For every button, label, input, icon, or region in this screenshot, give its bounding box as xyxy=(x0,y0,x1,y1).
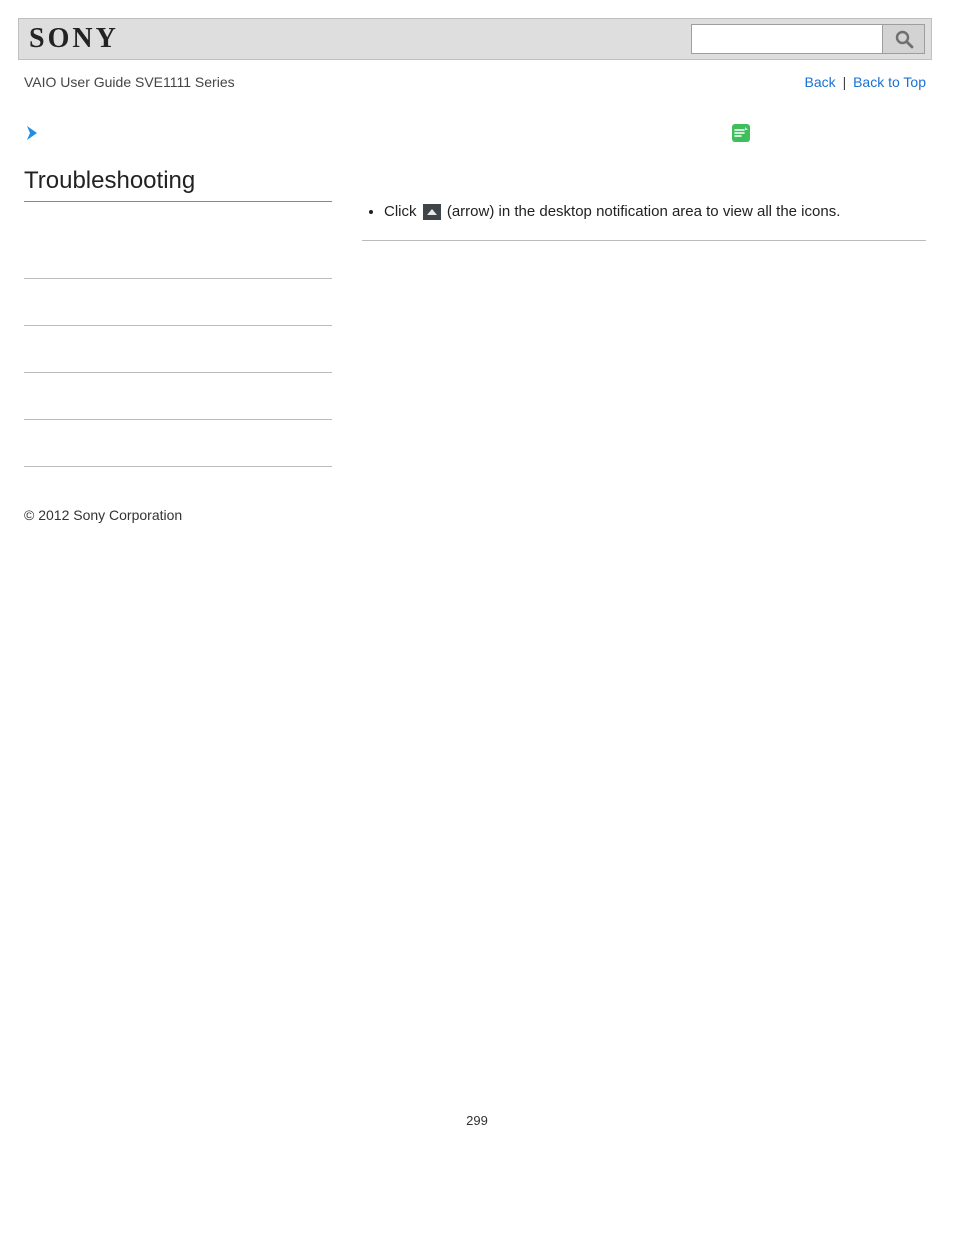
sidebar-item[interactable] xyxy=(24,420,332,467)
main-content: Click (arrow) in the desktop notificatio… xyxy=(362,100,926,467)
back-link[interactable]: Back xyxy=(805,74,836,90)
sidebar-item[interactable] xyxy=(24,279,332,326)
search-input[interactable] xyxy=(692,25,882,53)
nav-links: Back | Back to Top xyxy=(805,74,926,90)
sidebar-item[interactable] xyxy=(24,326,332,373)
sidebar-title: Troubleshooting xyxy=(24,167,332,202)
chevron-right-icon[interactable] xyxy=(24,124,332,145)
sidebar: Troubleshooting xyxy=(24,100,332,467)
sidebar-list xyxy=(24,232,332,467)
content-divider xyxy=(362,240,926,241)
search-box xyxy=(691,24,925,54)
instruction-suffix: (arrow) in the desktop notification area… xyxy=(443,203,841,220)
back-to-top-link[interactable]: Back to Top xyxy=(853,74,926,90)
header-bar: SONY xyxy=(18,18,932,60)
note-icon xyxy=(732,124,926,145)
search-button[interactable] xyxy=(882,25,924,53)
guide-title: VAIO User Guide SVE1111 Series xyxy=(24,74,235,90)
magnifier-icon xyxy=(894,29,914,49)
arrow-up-icon xyxy=(423,204,441,220)
sidebar-item[interactable] xyxy=(24,373,332,420)
subheader: VAIO User Guide SVE1111 Series Back | Ba… xyxy=(18,60,932,100)
nav-separator: | xyxy=(843,74,847,90)
instruction-item: Click (arrow) in the desktop notificatio… xyxy=(384,201,926,224)
sidebar-item[interactable] xyxy=(24,232,332,279)
copyright-text: © 2012 Sony Corporation xyxy=(18,467,932,523)
page-number: 299 xyxy=(0,1113,954,1148)
instruction-list: Click (arrow) in the desktop notificatio… xyxy=(362,201,926,224)
sony-logo: SONY xyxy=(29,23,119,55)
instruction-prefix: Click xyxy=(384,203,421,220)
